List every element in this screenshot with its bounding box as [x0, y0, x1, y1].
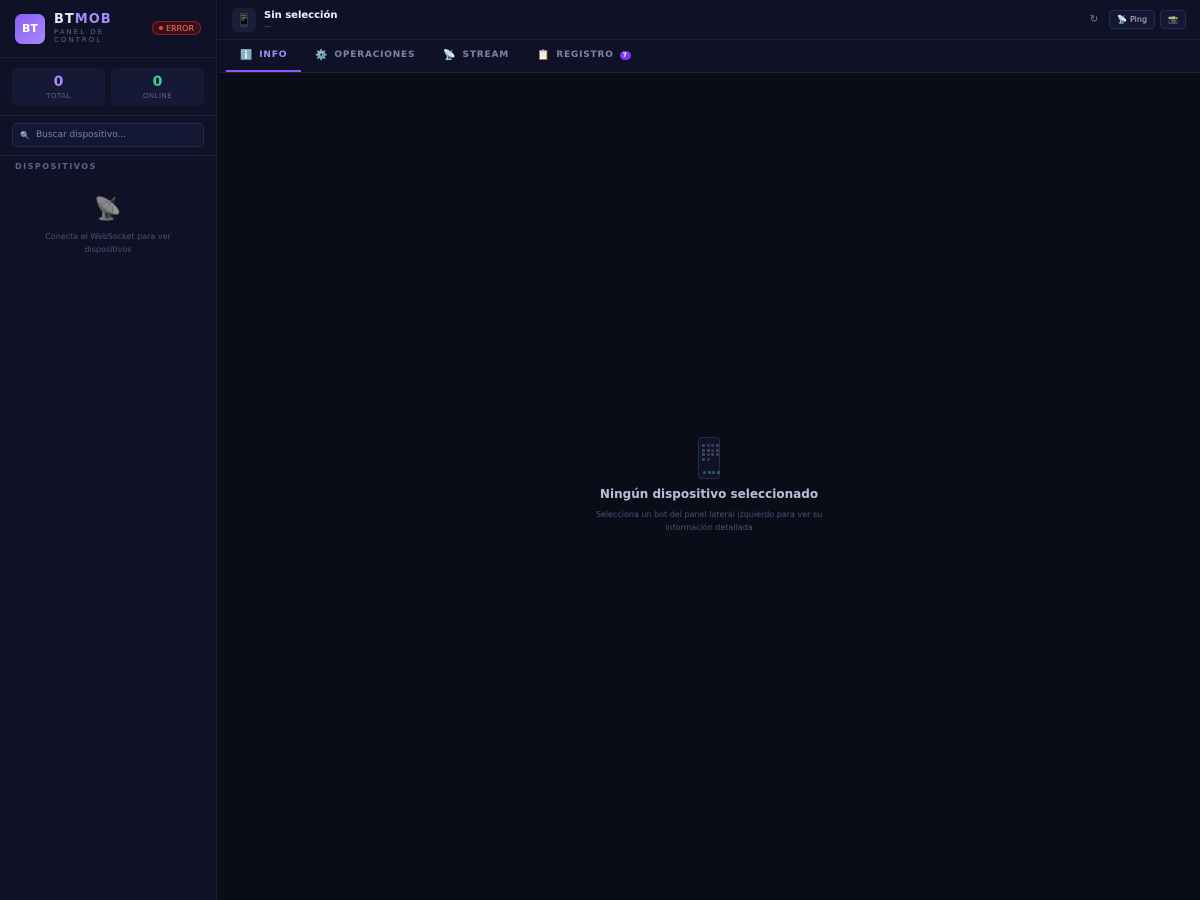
search-input[interactable]: [35, 130, 196, 140]
gear-icon: ⚙️: [315, 49, 329, 61]
info-content: Ningún dispositivo seleccionado Seleccio…: [218, 73, 1200, 900]
selected-device-name: Sin selección: [264, 9, 338, 21]
brand-header: BT BTMOB PANEL DE CONTROL ERROR: [0, 0, 216, 58]
stat-online-label: ONLINE: [142, 91, 173, 100]
search-container: 🔍: [0, 116, 216, 156]
search-box[interactable]: 🔍: [12, 123, 204, 147]
tab-stream[interactable]: 📡 STREAM: [429, 40, 523, 72]
main-panel: 📱 Sin selección — ↻ 📡 Ping 📸 ℹ️ INFO ⚙️ …: [218, 0, 1200, 900]
top-bar: 📱 Sin selección — ↻ 📡 Ping 📸: [218, 0, 1200, 40]
antenna-icon: 📡: [1117, 15, 1127, 24]
brand-text: BTMOB PANEL DE CONTROL: [54, 13, 114, 44]
status-dot-icon: [158, 26, 163, 30]
devices-empty-state: 📡 Conecta el WebSocket para ver disposit…: [0, 197, 216, 256]
phone-icon: 📱: [232, 7, 256, 32]
tab-info-label: INFO: [259, 50, 288, 60]
tab-registro[interactable]: 📋 REGISTRO 7: [523, 40, 645, 72]
antenna-icon: 📡: [443, 49, 457, 61]
empty-state-title: Ningún dispositivo seleccionado: [599, 487, 819, 501]
top-actions: ↻ 📡 Ping 📸: [1084, 10, 1186, 29]
phone-dock: [703, 471, 720, 474]
brand-name: BTMOB: [54, 13, 114, 26]
tab-bar: ℹ️ INFO ⚙️ OPERACIONES 📡 STREAM 📋 REGIST…: [218, 40, 1200, 73]
clipboard-icon: 📋: [536, 49, 551, 61]
camera-icon: 📸: [1168, 15, 1178, 24]
stats-row: 0 TOTAL 0 ONLINE: [0, 58, 216, 116]
status-badge-label: ERROR: [165, 23, 194, 33]
smartphone-icon: [698, 437, 720, 479]
devices-section-label: DISPOSITIVOS: [15, 162, 97, 171]
sidebar: BT BTMOB PANEL DE CONTROL ERROR 0 TOTAL …: [0, 0, 217, 900]
ping-button-label: Ping: [1130, 15, 1148, 24]
tab-info[interactable]: ℹ️ INFO: [226, 40, 302, 72]
stat-total: 0 TOTAL: [12, 68, 105, 106]
info-icon: ℹ️: [240, 49, 254, 61]
brand-name-part-1: BT: [54, 12, 75, 27]
device-title: Sin selección —: [264, 10, 337, 30]
screenshot-button[interactable]: 📸: [1160, 10, 1186, 29]
stat-online-value: 0: [152, 73, 163, 90]
search-icon: 🔍: [20, 130, 30, 140]
tab-operaciones-label: OPERACIONES: [334, 50, 416, 60]
registro-count-badge: 7: [619, 50, 631, 60]
refresh-button[interactable]: ↻: [1084, 14, 1104, 25]
selected-device-subtitle: —: [264, 21, 271, 30]
tab-registro-label: REGISTRO: [556, 50, 614, 60]
satellite-icon: 📡: [94, 197, 122, 222]
logo: BT: [15, 13, 45, 44]
brand-subtitle: PANEL DE CONTROL: [54, 28, 105, 44]
brand-name-part-2: MOB: [74, 12, 112, 27]
connection-status-badge: ERROR: [151, 21, 201, 35]
phone-app-grid: [702, 444, 719, 461]
tab-operaciones[interactable]: ⚙️ OPERACIONES: [301, 40, 429, 72]
empty-state-description: Selecciona un bot del panel lateral izqu…: [595, 510, 823, 532]
devices-empty-text: Conecta el WebSocket para ver dispositiv…: [45, 232, 171, 254]
stat-total-label: TOTAL: [46, 91, 71, 100]
no-device-empty-state: Ningún dispositivo seleccionado Seleccio…: [218, 437, 1200, 534]
tab-stream-label: STREAM: [462, 50, 509, 60]
ping-button[interactable]: 📡 Ping: [1109, 10, 1156, 29]
stat-online: 0 ONLINE: [111, 68, 204, 106]
stat-total-value: 0: [53, 73, 64, 90]
